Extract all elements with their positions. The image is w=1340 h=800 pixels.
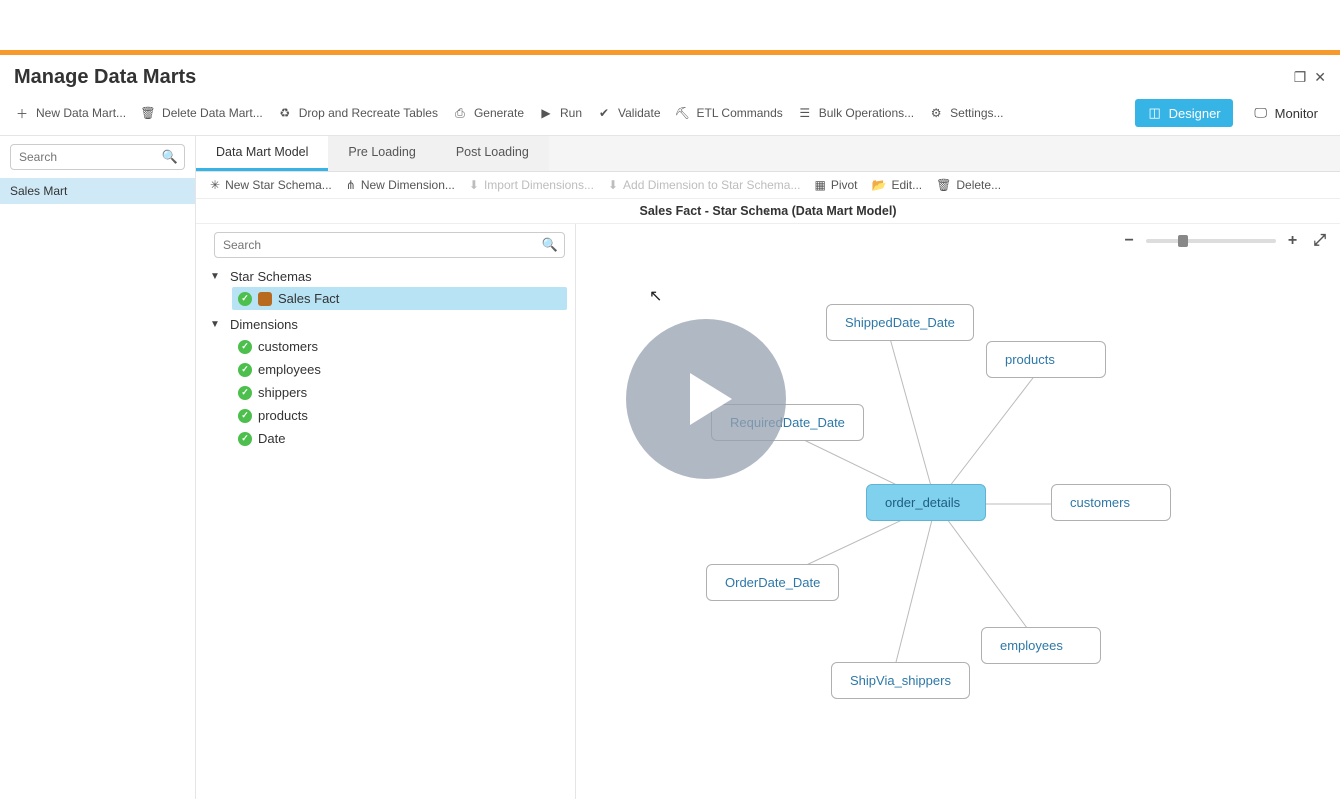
status-ok-icon (238, 340, 252, 354)
tree-item-dimension[interactable]: employees (232, 358, 567, 381)
import-icon: ⬇ (469, 178, 479, 192)
cursor-icon: ↖ (649, 286, 662, 306)
search-icon[interactable]: 🔍 (542, 237, 558, 253)
video-play-overlay[interactable] (626, 319, 786, 479)
content-row: 🔍 Sales Mart Data Mart Model Pre Loading… (0, 136, 1340, 799)
diagram-node[interactable]: employees (981, 627, 1101, 664)
delete-button[interactable]: 🗑 Delete... (936, 178, 1001, 192)
tree-header-dimensions[interactable]: ▼ Dimensions (204, 314, 567, 335)
bulk-icon: ☰ (797, 105, 813, 121)
check-icon: ✔ (596, 105, 612, 121)
trash-icon: 🗑 (140, 105, 156, 121)
bulk-operations-button[interactable]: ☰ Bulk Operations... (797, 105, 914, 121)
zoom-in-button[interactable]: + (1284, 232, 1301, 250)
etl-icon: ⛏ (675, 105, 691, 121)
status-ok-icon (238, 409, 252, 423)
tree-item-dimension[interactable]: Date (232, 427, 567, 450)
status-ok-icon (238, 432, 252, 446)
sub-toolbar: ✳ New Star Schema... ⋔ New Dimension... … (196, 172, 1340, 199)
drop-recreate-button[interactable]: ♻ Drop and Recreate Tables (277, 105, 438, 121)
status-ok-icon (238, 363, 252, 377)
generate-button[interactable]: ⎙ Generate (452, 105, 524, 121)
run-button[interactable]: ▶ Run (538, 105, 582, 121)
edit-button[interactable]: 📂 Edit... (872, 178, 923, 192)
breadcrumb-row: ‹ Sales Fact - Star Schema (Data Mart Mo… (196, 199, 1340, 224)
play-icon: ▶ (538, 105, 554, 121)
zoom-slider-thumb[interactable] (1178, 235, 1188, 247)
tab-data-mart-model[interactable]: Data Mart Model (196, 136, 328, 171)
designer-mode-button[interactable]: ◫ Designer (1135, 99, 1233, 127)
diagram-node[interactable]: ShipVia_shippers (831, 662, 970, 699)
tabs-spacer (549, 136, 1340, 171)
tree-group-star-schemas: ▼ Star Schemas Sales Fact (204, 266, 567, 310)
pivot-icon: ▦ (814, 178, 825, 192)
tree-search-input[interactable] (214, 232, 565, 258)
global-toolbar: ＋ New Data Mart... 🗑 Delete Data Mart...… (0, 93, 1340, 136)
plus-icon: ＋ (14, 105, 30, 121)
left-panel: 🔍 Sales Mart (0, 136, 196, 799)
recycle-icon: ♻ (277, 105, 293, 121)
etl-commands-button[interactable]: ⛏ ETL Commands (675, 105, 783, 121)
close-icon[interactable]: ✕ (1314, 69, 1326, 86)
datamart-item-sales-mart[interactable]: Sales Mart (0, 178, 195, 204)
status-ok-icon (238, 386, 252, 400)
validate-button[interactable]: ✔ Validate (596, 105, 660, 121)
status-ok-icon (238, 292, 252, 306)
designer-icon: ◫ (1147, 105, 1163, 121)
monitor-mode-button[interactable]: 🖵 Monitor (1241, 99, 1330, 127)
diagram-center-node[interactable]: order_details (866, 484, 986, 521)
copy-icon[interactable]: ❐ (1294, 69, 1307, 86)
page-header: Manage Data Marts ❐ ✕ (0, 55, 1340, 93)
tabs-row: Data Mart Model Pre Loading Post Loading (196, 136, 1340, 172)
model-row: 🔍 ▼ Star Schemas Sales Fact (196, 224, 1340, 799)
zoom-controls: − + ⤢ (1121, 232, 1331, 250)
fact-badge-icon (258, 292, 272, 306)
search-icon[interactable]: 🔍 (162, 149, 178, 165)
expand-icon: ▼ (210, 319, 222, 330)
fit-view-button[interactable]: ⤢ (1309, 232, 1330, 250)
diagram-node[interactable]: OrderDate_Date (706, 564, 839, 601)
dimension-icon: ⋔ (346, 178, 356, 192)
tree: ▼ Star Schemas Sales Fact (196, 266, 575, 454)
top-gap (0, 0, 1340, 50)
main-panel: Data Mart Model Pre Loading Post Loading… (196, 136, 1340, 799)
zoom-out-button[interactable]: − (1121, 232, 1138, 250)
import-dimensions-button: ⬇ Import Dimensions... (469, 178, 594, 192)
delete-data-mart-button[interactable]: 🗑 Delete Data Mart... (140, 105, 263, 121)
tree-panel: 🔍 ▼ Star Schemas Sales Fact (196, 224, 576, 799)
new-dimension-button[interactable]: ⋔ New Dimension... (346, 178, 455, 192)
tree-item-dimension[interactable]: products (232, 404, 567, 427)
tree-item-dimension[interactable]: customers (232, 335, 567, 358)
diagram-node[interactable]: products (986, 341, 1106, 378)
tab-pre-loading[interactable]: Pre Loading (328, 136, 435, 171)
diagram-node[interactable]: ShippedDate_Date (826, 304, 974, 341)
tab-post-loading[interactable]: Post Loading (436, 136, 549, 171)
add-icon: ⬇ (608, 178, 618, 192)
tree-group-dimensions: ▼ Dimensions customersemployeesshippersp… (204, 314, 567, 450)
zoom-slider[interactable] (1146, 239, 1276, 243)
monitor-icon: 🖵 (1253, 105, 1269, 121)
gear-icon: ⚙ (928, 105, 944, 121)
add-dimension-button: ⬇ Add Dimension to Star Schema... (608, 178, 800, 192)
folder-icon: 📂 (872, 178, 887, 192)
diagram-node[interactable]: customers (1051, 484, 1171, 521)
new-star-schema-button[interactable]: ✳ New Star Schema... (210, 178, 332, 192)
tree-item-sales-fact[interactable]: Sales Fact (232, 287, 567, 310)
pivot-button[interactable]: ▦ Pivot (814, 178, 857, 192)
page-title: Manage Data Marts (14, 66, 196, 89)
generate-icon: ⎙ (452, 105, 468, 121)
diagram-canvas[interactable]: − + ⤢ order_details ShippedDate_Dateprodu… (576, 224, 1340, 799)
datamart-search: 🔍 (10, 144, 185, 170)
tree-header-star-schemas[interactable]: ▼ Star Schemas (204, 266, 567, 287)
back-chevron-icon[interactable]: ‹ (766, 204, 770, 219)
settings-button[interactable]: ⚙ Settings... (928, 105, 1003, 121)
expand-icon: ▼ (210, 271, 222, 282)
star-icon: ✳ (210, 178, 220, 192)
trash-icon: 🗑 (936, 178, 951, 192)
tree-item-dimension[interactable]: shippers (232, 381, 567, 404)
new-data-mart-button[interactable]: ＋ New Data Mart... (14, 105, 126, 121)
datamart-search-input[interactable] (10, 144, 185, 170)
tree-search: 🔍 (214, 232, 565, 258)
